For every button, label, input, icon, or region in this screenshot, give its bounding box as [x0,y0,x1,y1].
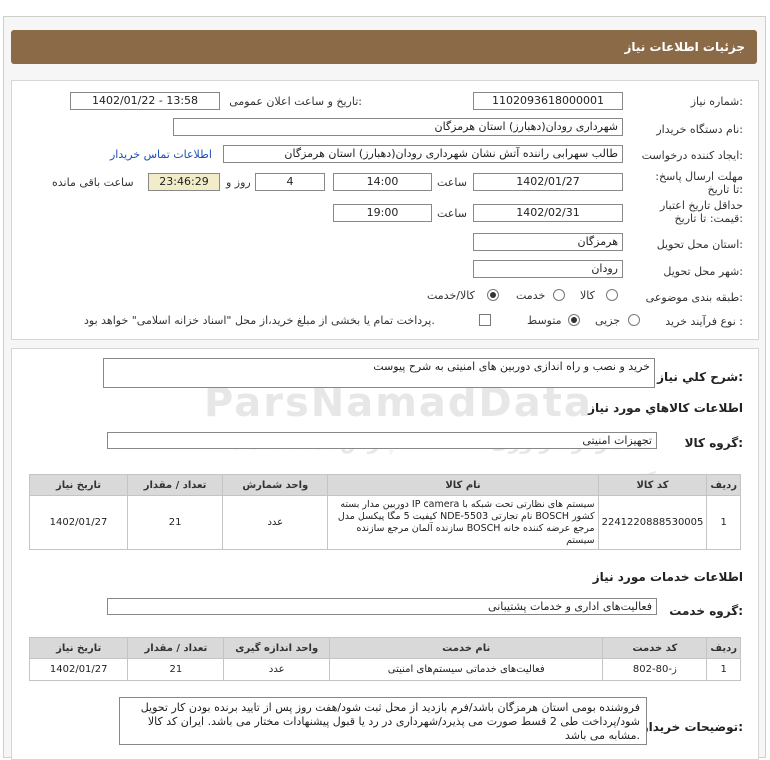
category-service-label: خدمت [516,289,546,302]
services-table-header: تاریخ نیاز تعداد / مقدار واحد اندازه گیر… [28,637,741,659]
days-field: 4 [255,173,325,191]
services-table: تاریخ نیاز تعداد / مقدار واحد اندازه گیر… [28,637,741,681]
buyer-notes-label: توضیحات خریدار: [641,720,743,734]
city-label: شهر محل تحویل: [663,265,743,278]
treasury-payment-note: پرداخت تمام یا بخشی از مبلغ خرید،از محل … [84,314,435,327]
service-name-cell: فعالیت‌های خدماتی سیستم‌های امنیتی [329,658,604,681]
goods-col-row: ردیف [706,474,741,496]
process-minor-radio[interactable] [628,314,640,326]
category-goods-radio[interactable] [606,289,618,301]
days-label: روز و [226,176,251,189]
table-row[interactable]: 1402/01/27 21 عدد فعالیت‌های خدماتی سیست… [28,658,741,681]
buyer-contact-link[interactable]: اطلاعات تماس خریدار [110,148,212,161]
remaining-time-field: 23:46:29 [148,173,220,191]
service-code-cell: ز-80-802 [602,658,708,681]
goods-unit-cell: عدد [222,495,329,550]
table-row[interactable]: 1402/01/27 21 عدد دوربین مدار بسته IP ca… [29,495,741,550]
city-field: رودان [473,260,623,278]
goods-col-code: کد کالا [597,474,708,496]
process-label: نوع فرآیند خرید : [665,315,743,328]
goods-section-title: اطلاعات کالاهاي مورد نياز [588,401,743,415]
goods-group-field: تجهیزات امنیتی [107,432,657,449]
category-goods-label: کالا [580,289,595,302]
service-qty-cell: 21 [127,658,225,681]
deadline-time-label: ساعت [437,176,467,189]
service-row-cell: 1 [706,658,741,681]
province-label: استان محل تحویل: [656,238,743,251]
validity-time-field: 19:00 [333,204,432,222]
service-group-field: فعالیت‌های اداری و خدمات پشتیبانی [107,598,657,615]
need-number-field: 1102093618000001 [473,92,623,110]
services-col-unit: واحد اندازه گیری [223,637,331,659]
service-group-label: گروه خدمت: [669,604,743,618]
service-unit-cell: عدد [223,658,331,681]
creator-field: طالب سهرابی راننده آتش نشان شهرداری رودا… [223,145,623,163]
goods-name-cell: دوربین مدار بسته IP camera سیستم های نظا… [327,495,599,550]
services-section-title: اطلاعات خدمات مورد نياز [592,570,743,584]
page-title: جزئیات اطلاعات نیاز [624,40,745,54]
need-number-label: شماره نیاز: [690,95,743,108]
goods-row-cell: 1 [706,495,741,550]
deadline-label: مهلت ارسال پاسخ: تا تاریخ: [655,170,743,196]
announce-datetime-field: 1402/01/22 - 13:58 [70,92,220,110]
goods-col-qty: تعداد / مقدار [126,474,224,496]
deadline-date-field: 1402/01/27 [473,173,623,191]
summary-field: خرید و نصب و راه اندازی دوربین های امنیت… [103,358,655,388]
summary-label: شرح کلي نياز: [657,370,743,384]
deadline-time-field: 14:00 [333,173,432,191]
service-date-cell: 1402/01/27 [28,658,129,681]
services-col-name: نام خدمت [329,637,604,659]
services-col-qty: تعداد / مقدار [127,637,225,659]
goods-table-header: تاریخ نیاز تعداد / مقدار واحد شمارش نام … [29,474,741,496]
goods-col-name: نام کالا [327,474,599,496]
services-col-code: کد خدمت [602,637,708,659]
announce-label: تاریخ و ساعت اعلان عمومی: [229,95,362,108]
goods-table: تاریخ نیاز تعداد / مقدار واحد شمارش نام … [29,474,741,550]
category-goods-service-label: کالا/خدمت [427,289,475,302]
category-goods-service-radio[interactable] [487,289,499,301]
goods-group-label: گروه کالا: [684,436,743,450]
validity-label: حداقل تاریخ اعتبار قیمت: تا تاریخ: [659,199,743,225]
validity-time-label: ساعت [437,207,467,220]
buyer-notes-field: فروشنده بومی استان هرمزگان باشد/فرم بازد… [119,697,647,745]
process-minor-label: جزیی [595,314,621,327]
services-col-date: تاریخ نیاز [28,637,129,659]
goods-date-cell: 1402/01/27 [29,495,128,550]
buyer-org-field: شهرداری رودان(دهبارز) استان هرمزگان [173,118,623,136]
remaining-label: ساعت باقی مانده [52,176,134,189]
validity-date-field: 1402/02/31 [473,204,623,222]
goods-qty-cell: 21 [126,495,224,550]
category-service-radio[interactable] [553,289,565,301]
goods-code-cell: 2241220888530005 [597,495,708,550]
goods-col-unit: واحد شمارش [222,474,329,496]
process-medium-label: متوسط [527,314,562,327]
goods-col-date: تاریخ نیاز [29,474,128,496]
process-medium-radio[interactable] [568,314,580,326]
category-label: طبقه بندی موضوعی: [645,291,743,304]
province-field: هرمزگان [473,233,623,251]
services-col-row: ردیف [706,637,741,659]
buyer-org-label: نام دستگاه خریدار: [656,123,743,136]
treasury-payment-checkbox[interactable] [479,314,491,326]
header-bar: جزئیات اطلاعات نیاز [11,30,757,64]
creator-label: ایجاد کننده درخواست: [641,149,743,162]
